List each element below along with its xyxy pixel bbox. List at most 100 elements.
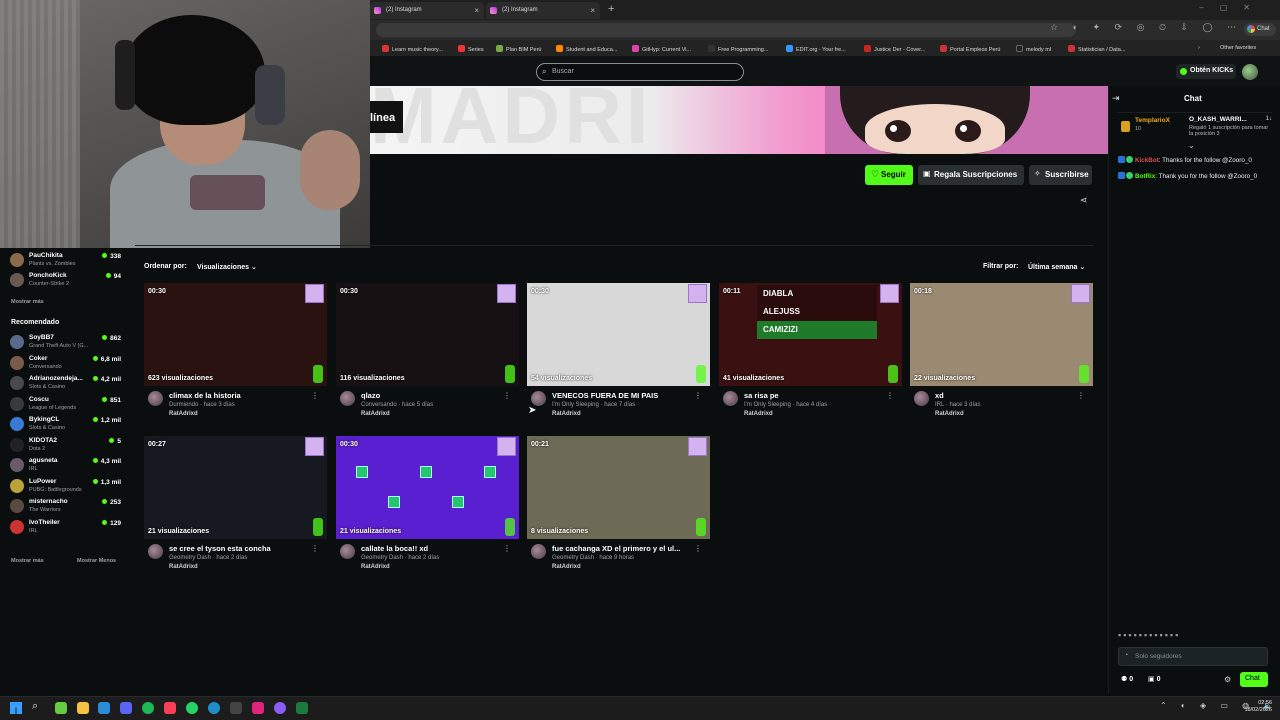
chevron-down-icon[interactable]: ⌄ [1188,141,1195,150]
sidebar-channel[interactable]: SoyBB7 Grand Theft Auto V (G... 862 [10,332,125,354]
sidebar-channel[interactable]: PauChikita Plants vs. Zombies 338 [10,250,125,272]
obten-kicks-button[interactable]: Obtén KICKs [1176,64,1236,79]
clip-card[interactable]: 00:27 21 visualizaciones se cree el tyson … [144,436,327,576]
steam-icon[interactable] [98,702,110,714]
sidebar-channel[interactable]: misternacho The Warriors 253 [10,496,125,518]
gear-icon[interactable]: ⚙ [1224,675,1231,684]
avatar[interactable] [148,544,163,559]
chat-input[interactable]: Solo seguidores [1118,647,1268,666]
clip-category[interactable]: I'm Only Sleeping [744,402,791,408]
clip-card[interactable]: 00:30 21 visualizaciones callate la boca!!… [336,436,519,576]
clip-category[interactable]: I'm Only Sleeping [552,402,599,408]
clip-card[interactable]: 00:30 54 visualizaciones VENECOS FUERA DE … [527,283,710,423]
edge-icon[interactable] [208,702,220,714]
pinned-gift-banner[interactable]: TemplarioX 10 O_KASH_WARRI... Regaló 1 s… [1117,112,1272,140]
clip-title[interactable]: fue cachanga XD el primero y el ul... [552,544,697,553]
share-icon[interactable]: ⋖ [1080,195,1088,206]
clip-card[interactable]: 00:11 41 visualizaciones DIABLA ALEJUSS CAMI… [719,283,902,423]
clip-channel[interactable]: RatAdrixd [169,411,198,417]
show-more-link[interactable]: Mostrar más [11,299,44,305]
clip-title[interactable]: VENECOS FUERA DE MI PAIS [552,391,697,400]
clip-title[interactable]: climax de la historia [169,391,314,400]
clip-thumbnail[interactable]: 00:18 22 visualizaciones [910,283,1093,386]
windows-start-icon[interactable] [10,702,22,714]
avatar[interactable] [723,391,738,406]
clip-thumbnail[interactable]: 00:30 116 visualizaciones [336,283,519,386]
app-icon[interactable] [274,702,286,714]
clip-channel[interactable]: RatAdrixd [361,411,390,417]
clip-thumbnail[interactable]: 00:30 54 visualizaciones [527,283,710,386]
chat-username[interactable]: KickBot [1135,157,1159,164]
bookmark-item[interactable]: GitHyp: Current Vi... [632,45,691,53]
subscribe-button[interactable]: Suscribirse [1029,165,1092,185]
clip-category[interactable]: Geometry Dash [361,555,403,561]
follow-button[interactable]: Seguir [865,165,913,185]
other-favorites[interactable]: Other favorites [1220,45,1256,51]
browser-tab[interactable]: (2) Instagram × [486,2,600,19]
app-icon[interactable] [230,702,242,714]
avatar[interactable] [148,391,163,406]
bookmark-item[interactable]: melody ml [1016,45,1051,53]
close-icon[interactable]: × [590,6,595,15]
clip-title[interactable]: sa risa pe [744,391,889,400]
new-tab-button[interactable]: + [608,3,614,15]
sidebar-channel[interactable]: LuPower PUBG: Battlegrounds 1,3 mil [10,476,125,498]
spotify-icon[interactable] [142,702,154,714]
avatar[interactable] [340,391,355,406]
bookmark-item[interactable]: Free Programming... [708,45,768,53]
more-options-icon[interactable]: ⋮ [311,544,319,553]
kicks-count[interactable]: ⚉ 0 [1121,675,1133,683]
send-chat-button[interactable]: Chat [1240,672,1268,687]
bookmark-item[interactable]: Justice Der - Cover... [864,45,925,53]
clip-card[interactable]: 00:30 116 visualizaciones qlazo Conversando… [336,283,519,423]
bookmark-item[interactable]: Portal Empleos Perú [940,45,1000,53]
clip-channel[interactable]: RatAdrixd [744,411,773,417]
more-options-icon[interactable]: ⋮ [503,544,511,553]
clip-channel[interactable]: RatAdrixd [552,564,581,570]
search-icon[interactable]: ⌕ [32,700,38,713]
extension-icons[interactable]: ☆ ◐ ✦ ⟳ ◎ ⏲ ⇩ ◯ ⋯ [1050,22,1242,33]
clip-category[interactable]: Geometry Dash [169,555,211,561]
search-input[interactable]: ⌕ Buscar [536,63,744,81]
clip-channel[interactable]: RatAdrixd [552,411,581,417]
sidebar-channel[interactable]: Coscu League of Legends 851 [10,394,125,416]
collapse-chat-icon[interactable]: ⇥ [1112,93,1120,104]
app-icon[interactable] [252,702,264,714]
avatar[interactable] [340,544,355,559]
more-options-icon[interactable]: ⋮ [503,391,511,400]
close-icon[interactable]: × [474,6,479,15]
browser-tab[interactable]: (2) Instagram × [370,2,484,19]
clip-thumbnail[interactable]: 00:21 8 visualizaciones [527,436,710,539]
filter-select[interactable]: Última semana ⌄ [1028,263,1085,271]
bookmark-item[interactable]: Statistician / Data... [1068,45,1125,53]
clip-category[interactable]: Geometry Dash [552,555,594,561]
sidebar-channel[interactable]: BykingCL Slots & Casino 1,2 mil [10,414,125,436]
show-more-link[interactable]: Mostrar más [11,558,44,564]
sidebar-channel[interactable]: PonchoKick Counter-Strike 2 94 [10,270,125,292]
clip-title[interactable]: callate la boca!! xd [361,544,506,553]
window-controls[interactable]: –▢✕ [1199,3,1266,12]
more-options-icon[interactable]: ⋮ [886,391,894,400]
whatsapp-icon[interactable] [186,702,198,714]
clip-category[interactable]: Durmiendo [169,402,198,408]
bookmark-item[interactable]: Plan BIM Perú [496,45,541,53]
avatar[interactable] [531,391,546,406]
discord-icon[interactable] [120,702,132,714]
bookmark-item[interactable]: EDIT.org - Your fre... [786,45,846,53]
more-options-icon[interactable]: ⋮ [694,544,702,553]
clip-channel[interactable]: RatAdrixd [169,564,198,570]
gift-subs-button[interactable]: Regala Suscripciones [918,165,1024,185]
clip-card[interactable]: 00:21 8 visualizaciones fue cachanga XD el… [527,436,710,576]
more-options-icon[interactable]: ⋮ [694,391,702,400]
clip-title[interactable]: qlazo [361,391,506,400]
chat-username[interactable]: BotRix [1135,173,1155,180]
gift-count[interactable]: ▣ 0 [1148,675,1160,683]
copilot-chat-button[interactable]: Chat [1244,23,1276,36]
bookmarks-overflow-icon[interactable]: › [1198,45,1200,51]
sidebar-channel[interactable]: agusneta IRL 4,3 mil [10,455,125,477]
file-explorer-icon[interactable] [77,702,89,714]
excel-icon[interactable] [296,702,308,714]
emote-quickbar[interactable]: ▪▪▪▪▪▪▪▪▪▪▪▪ [1118,630,1180,640]
clip-card[interactable]: 00:30 623 visualizaciones climax de la his… [144,283,327,423]
clock[interactable]: 02:56 18/02/2026 [1240,700,1272,714]
